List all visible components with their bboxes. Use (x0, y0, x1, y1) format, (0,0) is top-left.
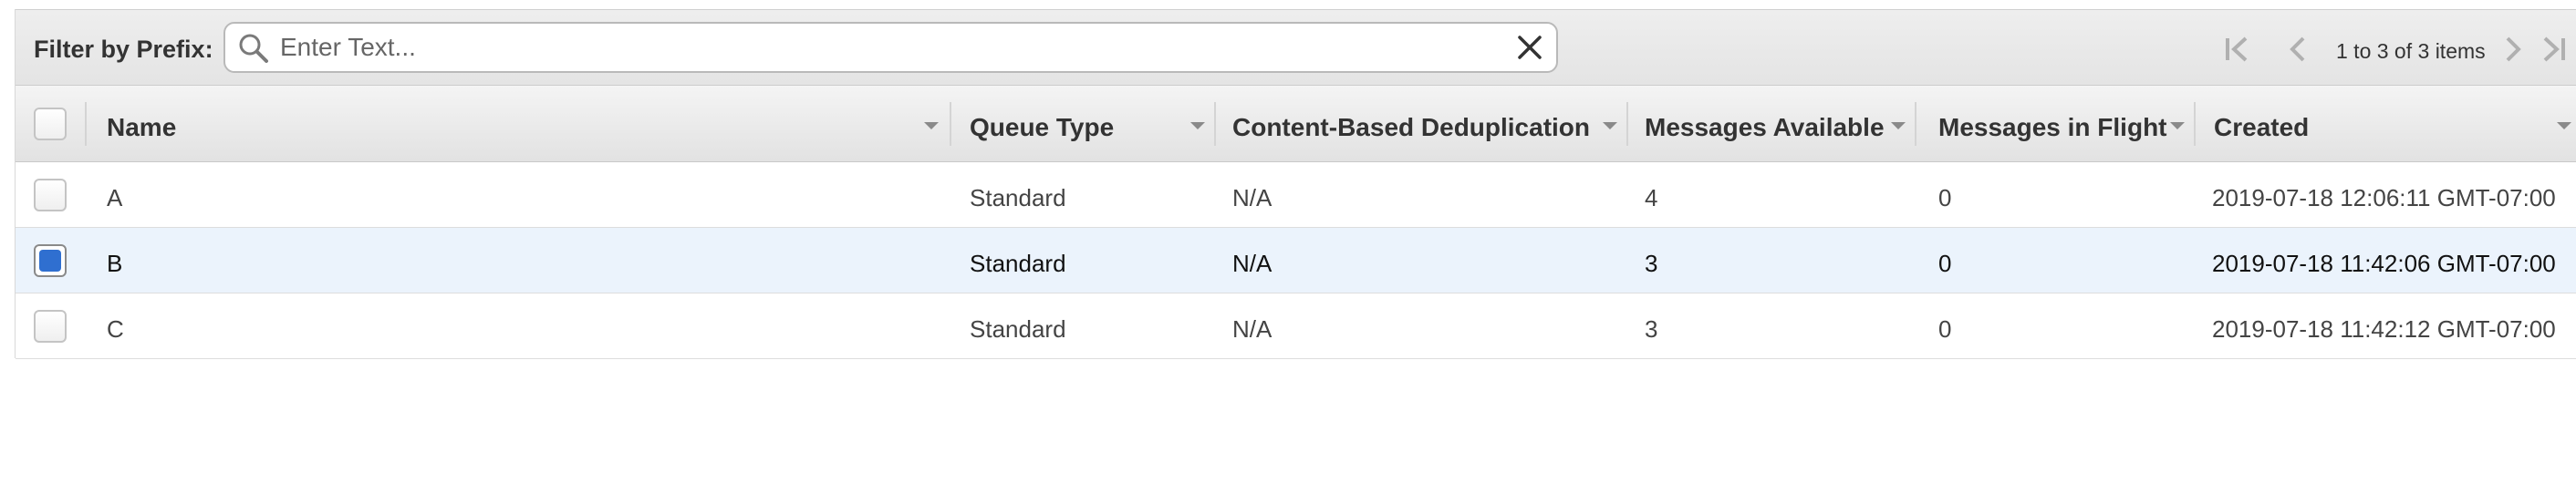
messages-available: 3 (1645, 315, 1658, 343)
dedup-value: N/A (1232, 315, 1272, 343)
messages-in-flight: 0 (1938, 315, 1952, 343)
pagination: 1 to 3 of 3 items (2221, 30, 2576, 67)
column-header-queue-type[interactable]: Queue Type (951, 86, 1216, 162)
queue-type: Standard (970, 184, 1066, 211)
filter-label: Filter by Prefix: (34, 36, 213, 63)
next-page-icon[interactable] (2497, 34, 2528, 65)
row-checkbox[interactable] (34, 310, 67, 343)
created-date: 2019-07-18 11:42:12 GMT-07:00 (2212, 315, 2556, 343)
column-label-name: Name (107, 113, 177, 141)
pagination-text: 1 to 3 of 3 items (2336, 39, 2486, 63)
row-checkbox[interactable] (34, 179, 67, 211)
table-row[interactable]: B Standard N/A 3 0 2019-07-18 11:42:06 G… (16, 228, 2576, 293)
column-header-created[interactable]: Created (2196, 86, 2576, 162)
queue-list-panel: Filter by Prefix: 1 to 3 of 3 items (15, 9, 2576, 359)
sort-arrow-icon[interactable] (1603, 122, 1617, 129)
column-header-messages-in-flight[interactable]: Messages in Flight (1916, 86, 2196, 162)
column-header-name[interactable]: Name (87, 86, 951, 162)
queue-name[interactable]: C (107, 315, 124, 344)
dedup-value: N/A (1232, 250, 1272, 277)
created-date: 2019-07-18 12:06:11 GMT-07:00 (2212, 184, 2556, 211)
search-icon (239, 34, 268, 63)
table-row[interactable]: A Standard N/A 4 0 2019-07-18 12:06:11 G… (16, 162, 2576, 228)
filter-bar: Filter by Prefix: 1 to 3 of 3 items (16, 9, 2576, 86)
row-checkbox[interactable] (34, 244, 67, 277)
column-header-messages-available[interactable]: Messages Available (1628, 86, 1916, 162)
table-header: Name Queue Type Content-Based Deduplicat… (16, 86, 2576, 162)
column-label-queue-type: Queue Type (970, 113, 1115, 141)
column-header-dedup[interactable]: Content-Based Deduplication (1216, 86, 1628, 162)
select-all-column (16, 86, 87, 162)
sort-arrow-icon[interactable] (1190, 122, 1205, 129)
created-date: 2019-07-18 11:42:06 GMT-07:00 (2212, 250, 2556, 277)
queue-name[interactable]: B (107, 250, 122, 278)
column-label-created: Created (2214, 113, 2310, 141)
column-label-messages-available: Messages Available (1645, 113, 1885, 141)
first-page-icon[interactable] (2221, 34, 2252, 65)
queue-type: Standard (970, 250, 1066, 277)
messages-in-flight: 0 (1938, 184, 1952, 211)
table-row[interactable]: C Standard N/A 3 0 2019-07-18 11:42:12 G… (16, 293, 2576, 359)
clear-icon[interactable] (1516, 34, 1543, 61)
filter-input[interactable] (280, 29, 1466, 66)
filter-input-container[interactable] (223, 22, 1558, 73)
sort-arrow-icon[interactable] (2557, 122, 2571, 129)
sort-arrow-icon[interactable] (2170, 122, 2185, 129)
select-all-checkbox[interactable] (34, 108, 67, 140)
messages-available: 3 (1645, 250, 1658, 277)
sort-arrow-icon[interactable] (1891, 122, 1906, 129)
column-label-messages-in-flight: Messages in Flight (1938, 113, 2167, 141)
previous-page-icon[interactable] (2283, 34, 2314, 65)
queue-name[interactable]: A (107, 184, 122, 212)
column-label-dedup: Content-Based Deduplication (1232, 113, 1591, 141)
messages-available: 4 (1645, 184, 1658, 211)
dedup-value: N/A (1232, 184, 1272, 211)
queue-type: Standard (970, 315, 1066, 343)
sort-arrow-icon[interactable] (924, 122, 939, 129)
last-page-icon[interactable] (2539, 34, 2570, 65)
messages-in-flight: 0 (1938, 250, 1952, 277)
